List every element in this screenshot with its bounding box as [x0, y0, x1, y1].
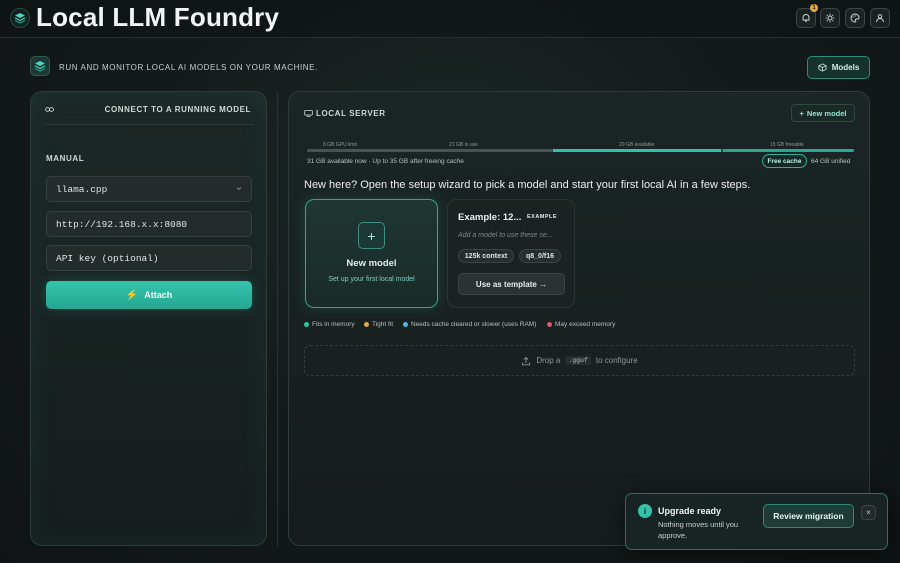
- logo-layers-icon: [10, 8, 30, 28]
- legend-label: May exceed memory: [555, 321, 616, 328]
- legend-item: Fits in memory: [304, 321, 355, 328]
- memory-available-segment: [553, 149, 721, 152]
- runtime-select-value: llama.cpp: [56, 183, 108, 195]
- example-card-title: Example: 12...: [458, 212, 522, 223]
- red-dot: [547, 322, 552, 327]
- new-model-card-title: New model: [346, 258, 397, 269]
- toast-title: Upgrade ready: [658, 506, 722, 516]
- account-button[interactable]: [870, 8, 890, 28]
- new-model-card-subtitle: Set up your first local model: [328, 276, 415, 283]
- layers-icon: [30, 56, 50, 76]
- connect-panel: CONNECT TO A RUNNING MODEL MANUAL llama.…: [30, 91, 267, 546]
- bell-icon: [802, 14, 810, 22]
- api-key-input[interactable]: API key (optional): [46, 245, 252, 271]
- cube-icon: [818, 63, 827, 72]
- chevron-down-icon: [236, 187, 242, 191]
- gpu-limit-label: 8 GB GPU limit: [323, 142, 357, 148]
- server-url-input[interactable]: http://192.168.x.x:8080: [46, 211, 252, 237]
- free-cache-button[interactable]: Free cache: [762, 154, 807, 168]
- legend-label: Fits in memory: [312, 321, 355, 328]
- context-chip: 125k context: [458, 249, 514, 263]
- palette-icon: [850, 13, 860, 23]
- plus-icon: +: [358, 222, 385, 249]
- api-key-placeholder: API key (optional): [56, 252, 159, 264]
- info-icon: i: [638, 504, 652, 518]
- local-server-panel: LOCAL SERVER + New model 8 GB GPU limit …: [288, 91, 870, 546]
- green-dot: [304, 322, 309, 327]
- sun-icon: [825, 13, 835, 23]
- vertical-divider: [277, 91, 278, 546]
- subheader: RUN AND MONITOR LOCAL AI MODELS ON YOUR …: [0, 38, 900, 90]
- tagline: RUN AND MONITOR LOCAL AI MODELS ON YOUR …: [59, 63, 318, 72]
- intro-text: New here? Open the setup wizard to pick …: [304, 179, 751, 191]
- notification-count-badge: 1: [810, 4, 818, 12]
- example-badge: EXAMPLE: [527, 214, 558, 220]
- legend-label: Needs cache cleared or slower (uses RAM): [411, 321, 537, 328]
- use-as-template-button[interactable]: Use as template →: [458, 273, 565, 295]
- example-model-card: Example: 12... EXAMPLE Add a model to us…: [447, 199, 575, 308]
- attach-button-label: Attach: [144, 290, 173, 300]
- top-bar: Local LLM Foundry 1: [0, 0, 900, 38]
- memory-in-use-segment: [307, 149, 552, 152]
- unified-memory-total: 64 GB unified: [811, 158, 851, 165]
- gguf-dropzone[interactable]: Drop a .gguf to configure: [304, 345, 855, 376]
- user-icon: [876, 14, 884, 23]
- dropzone-prefix: Drop a: [536, 356, 561, 365]
- runtime-select[interactable]: llama.cpp: [46, 176, 252, 202]
- connect-panel-title: CONNECT TO A RUNNING MODEL: [104, 105, 251, 114]
- upload-icon: [522, 356, 531, 365]
- review-migration-button[interactable]: Review migration: [763, 504, 854, 528]
- monitor-icon: [304, 110, 313, 117]
- legend-label: Tight fit: [372, 321, 394, 328]
- new-model-button-label: New model: [806, 108, 847, 118]
- toast-body: Nothing moves until you approve.: [658, 520, 739, 540]
- new-model-card[interactable]: + New model Set up your first local mode…: [305, 199, 438, 308]
- upgrade-toast: i Upgrade ready Nothing moves until you …: [625, 493, 888, 550]
- memory-bar: [307, 149, 854, 152]
- local-server-title: LOCAL SERVER: [316, 109, 386, 118]
- manual-section-label: MANUAL: [46, 154, 85, 163]
- server-url-value: http://192.168.x.x:8080: [56, 218, 188, 230]
- gguf-extension: .gguf: [565, 356, 591, 365]
- example-card-description: Add a model to use these se...: [458, 232, 553, 239]
- memory-freeable-segment: [723, 149, 854, 152]
- in-use-label: 21 GB in use: [449, 142, 478, 148]
- memory-summary: 31 GB available now · Up to 35 GB after …: [307, 158, 464, 165]
- freeable-label: 15 GB freeable: [770, 142, 804, 148]
- lightning-icon: ⚡: [125, 289, 139, 301]
- new-model-button[interactable]: + New model: [791, 104, 855, 122]
- blue-dot: [403, 322, 408, 327]
- palette-button[interactable]: [845, 8, 865, 28]
- legend-item: May exceed memory: [547, 321, 615, 328]
- dropzone-suffix: to configure: [595, 356, 638, 365]
- legend-item: Needs cache cleared or slower (uses RAM): [403, 321, 536, 328]
- theme-toggle-button[interactable]: [820, 8, 840, 28]
- models-button[interactable]: Models: [807, 56, 870, 79]
- notifications-button[interactable]: 1: [796, 4, 818, 28]
- amber-dot: [364, 322, 369, 327]
- link-icon: [45, 107, 54, 112]
- divider: [45, 124, 254, 125]
- quant-chip: q8_0/f16: [519, 249, 561, 263]
- close-icon[interactable]: ×: [861, 505, 876, 520]
- available-label: 20 GB available: [619, 142, 655, 148]
- models-button-label: Models: [831, 63, 860, 72]
- attach-button[interactable]: ⚡ Attach: [46, 281, 252, 309]
- app-title: Local LLM Foundry: [36, 2, 280, 32]
- legend-item: Tight fit: [364, 321, 393, 328]
- plus-icon: +: [799, 108, 804, 118]
